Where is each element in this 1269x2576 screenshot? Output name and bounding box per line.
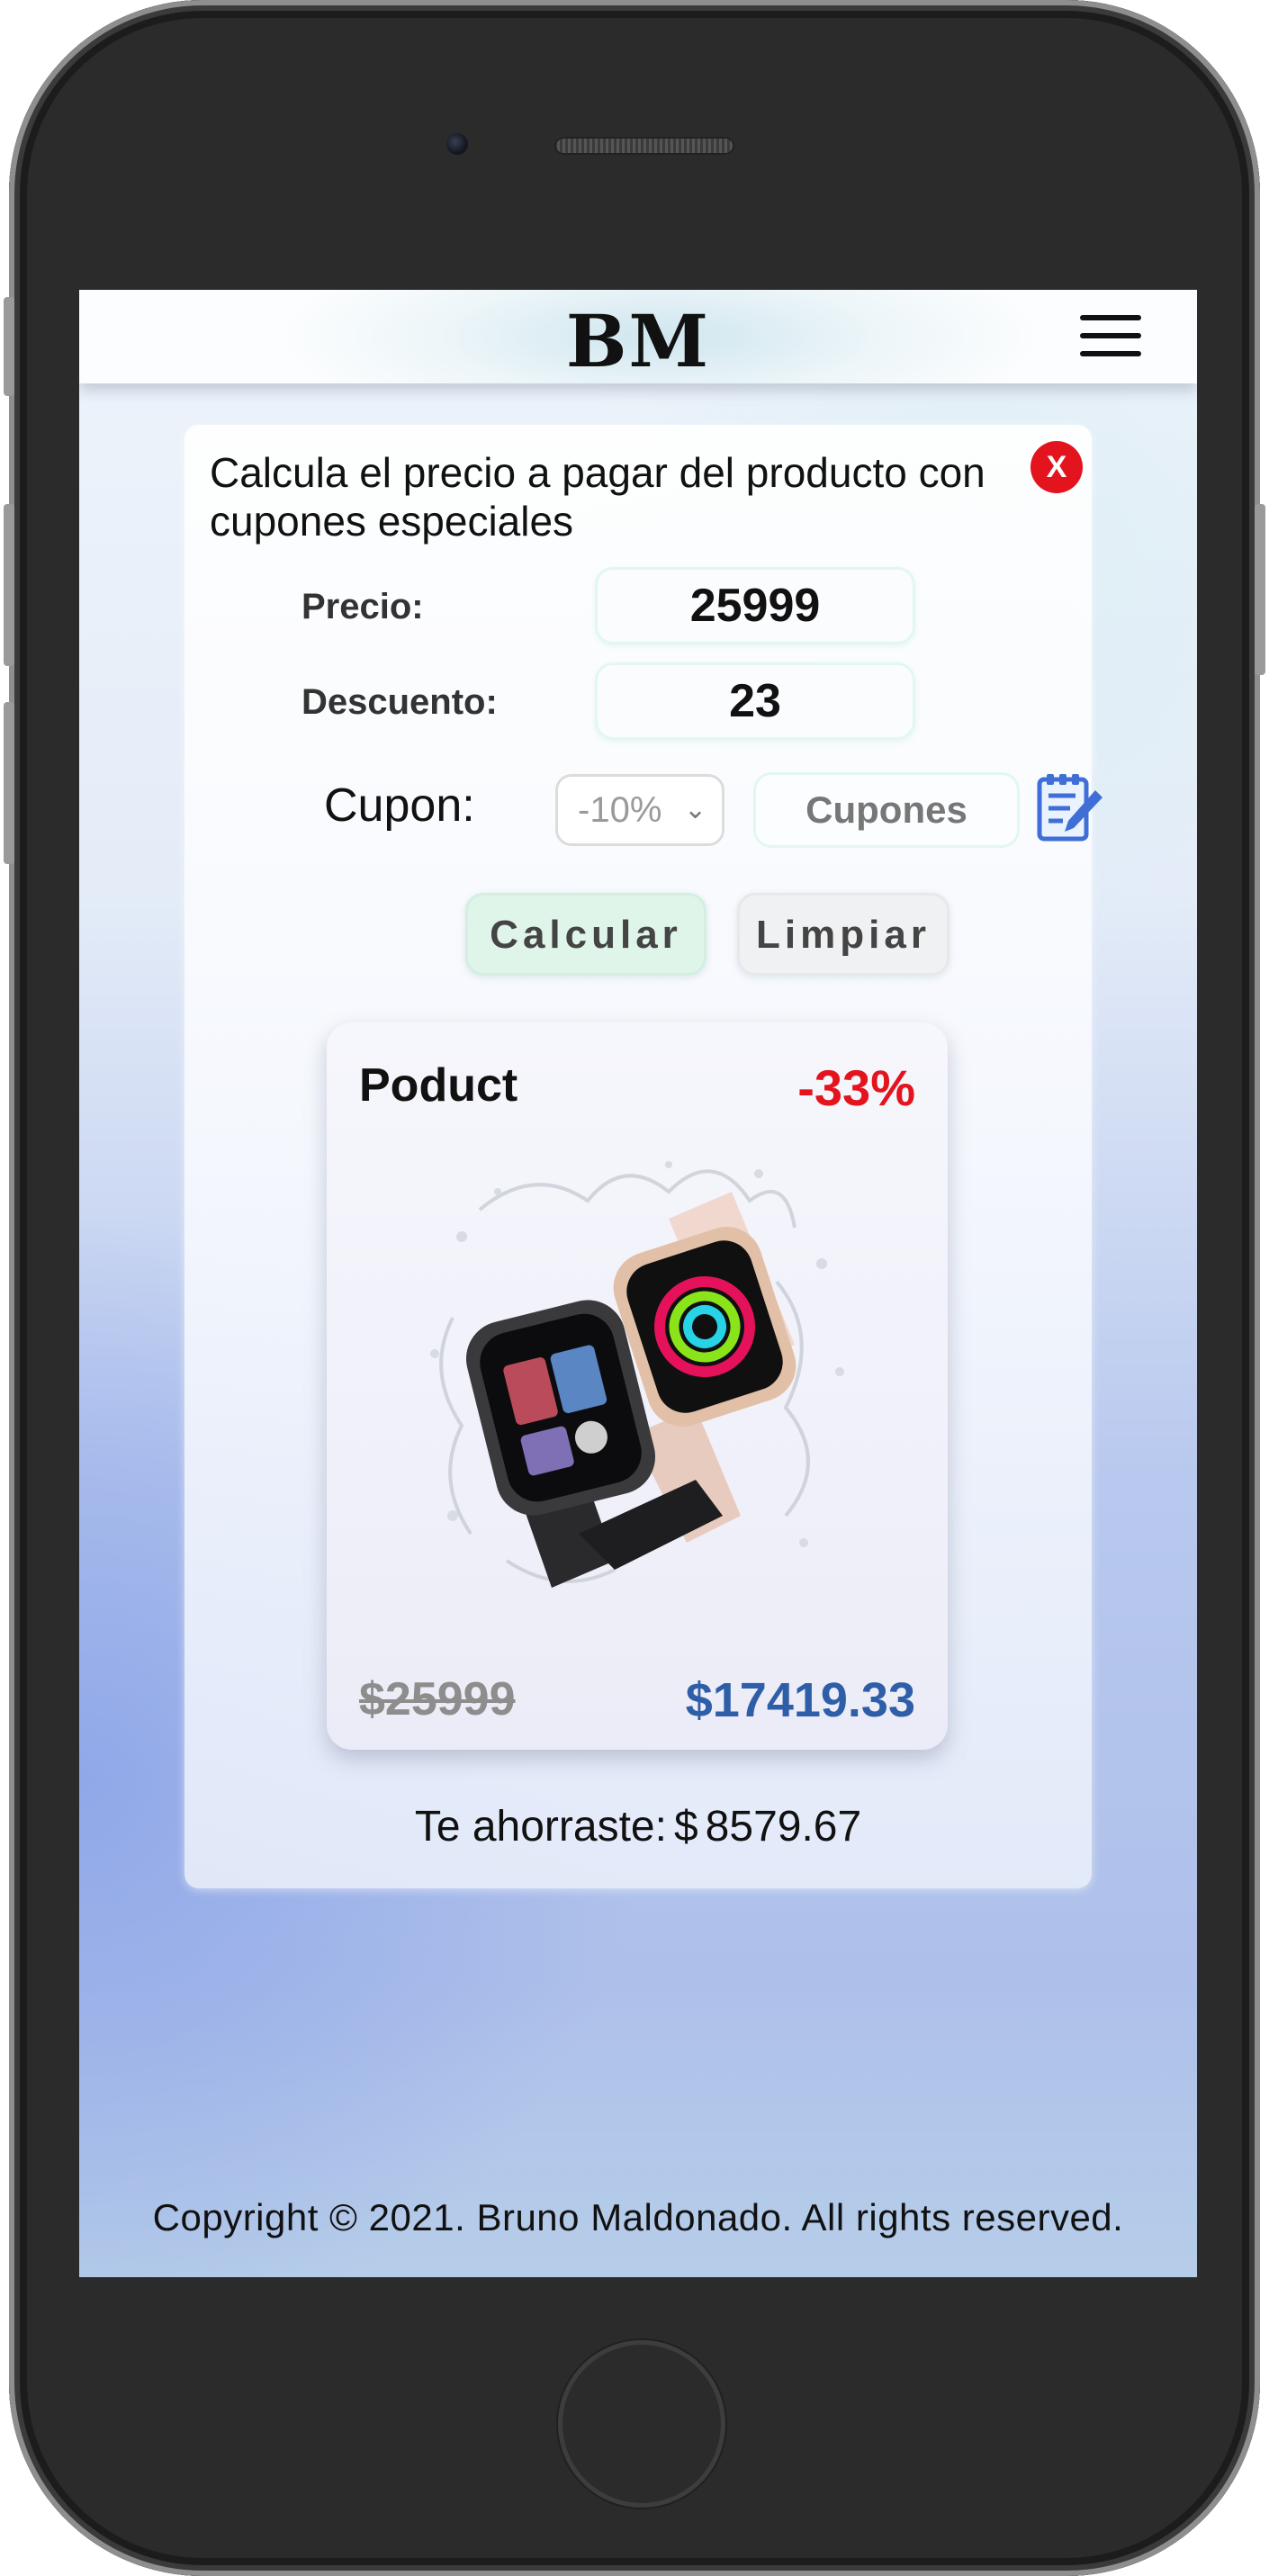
panel-title: Calcula el precio a pagar del producto c… <box>210 449 986 545</box>
coupon-selected-value: -10% <box>578 790 662 830</box>
discount-input[interactable]: 23 <box>595 662 915 740</box>
original-price: $25999 <box>359 1673 516 1725</box>
savings-text: Te ahorraste: $8579.67 <box>184 1802 1092 1851</box>
discount-badge: -33% <box>797 1059 915 1116</box>
savings-value: 8579.67 <box>705 1803 862 1851</box>
calculate-button[interactable]: Calcular <box>465 893 706 976</box>
power-button <box>1255 504 1265 675</box>
product-title: Poduct <box>359 1059 518 1112</box>
close-button[interactable]: X <box>1030 441 1083 493</box>
calculator-panel: Calcula el precio a pagar del producto c… <box>184 425 1102 1888</box>
savings-currency: $ <box>673 1803 698 1851</box>
earpiece-speaker <box>554 137 734 155</box>
volume-up-button <box>4 504 14 666</box>
volume-down-button <box>4 702 14 864</box>
product-card: Poduct -33% $25999 $17419.33 <box>327 1022 948 1750</box>
screen: BM Calcula el precio a pagar del product… <box>79 290 1197 2277</box>
footer-copyright: Copyright © 2021. Bruno Maldonado. All r… <box>152 2196 1124 2238</box>
home-button[interactable] <box>558 2340 725 2508</box>
final-price: $17419.33 <box>685 1673 915 1727</box>
coupon-select[interactable]: -10% ⌄ <box>555 774 724 846</box>
top-header: BM <box>79 290 1197 383</box>
front-camera <box>446 133 468 155</box>
discount-label: Descuento: <box>302 682 498 722</box>
price-label: Precio: <box>302 587 424 626</box>
price-input[interactable]: 25999 <box>595 567 915 644</box>
edit-note-icon[interactable] <box>1034 770 1104 846</box>
silent-switch <box>4 297 14 396</box>
phone-frame: BM Calcula el precio a pagar del product… <box>4 0 1265 2576</box>
hamburger-menu-icon[interactable] <box>1080 313 1141 358</box>
coupon-label: Cupon: <box>324 779 475 832</box>
clear-button[interactable]: Limpiar <box>737 893 950 976</box>
logo[interactable]: BM <box>79 299 1197 383</box>
coupons-button[interactable]: Cupones <box>753 772 1020 848</box>
savings-label: Te ahorraste: <box>414 1803 667 1851</box>
chevron-down-icon: ⌄ <box>684 795 707 824</box>
smartwatch-product-image <box>430 1161 844 1588</box>
